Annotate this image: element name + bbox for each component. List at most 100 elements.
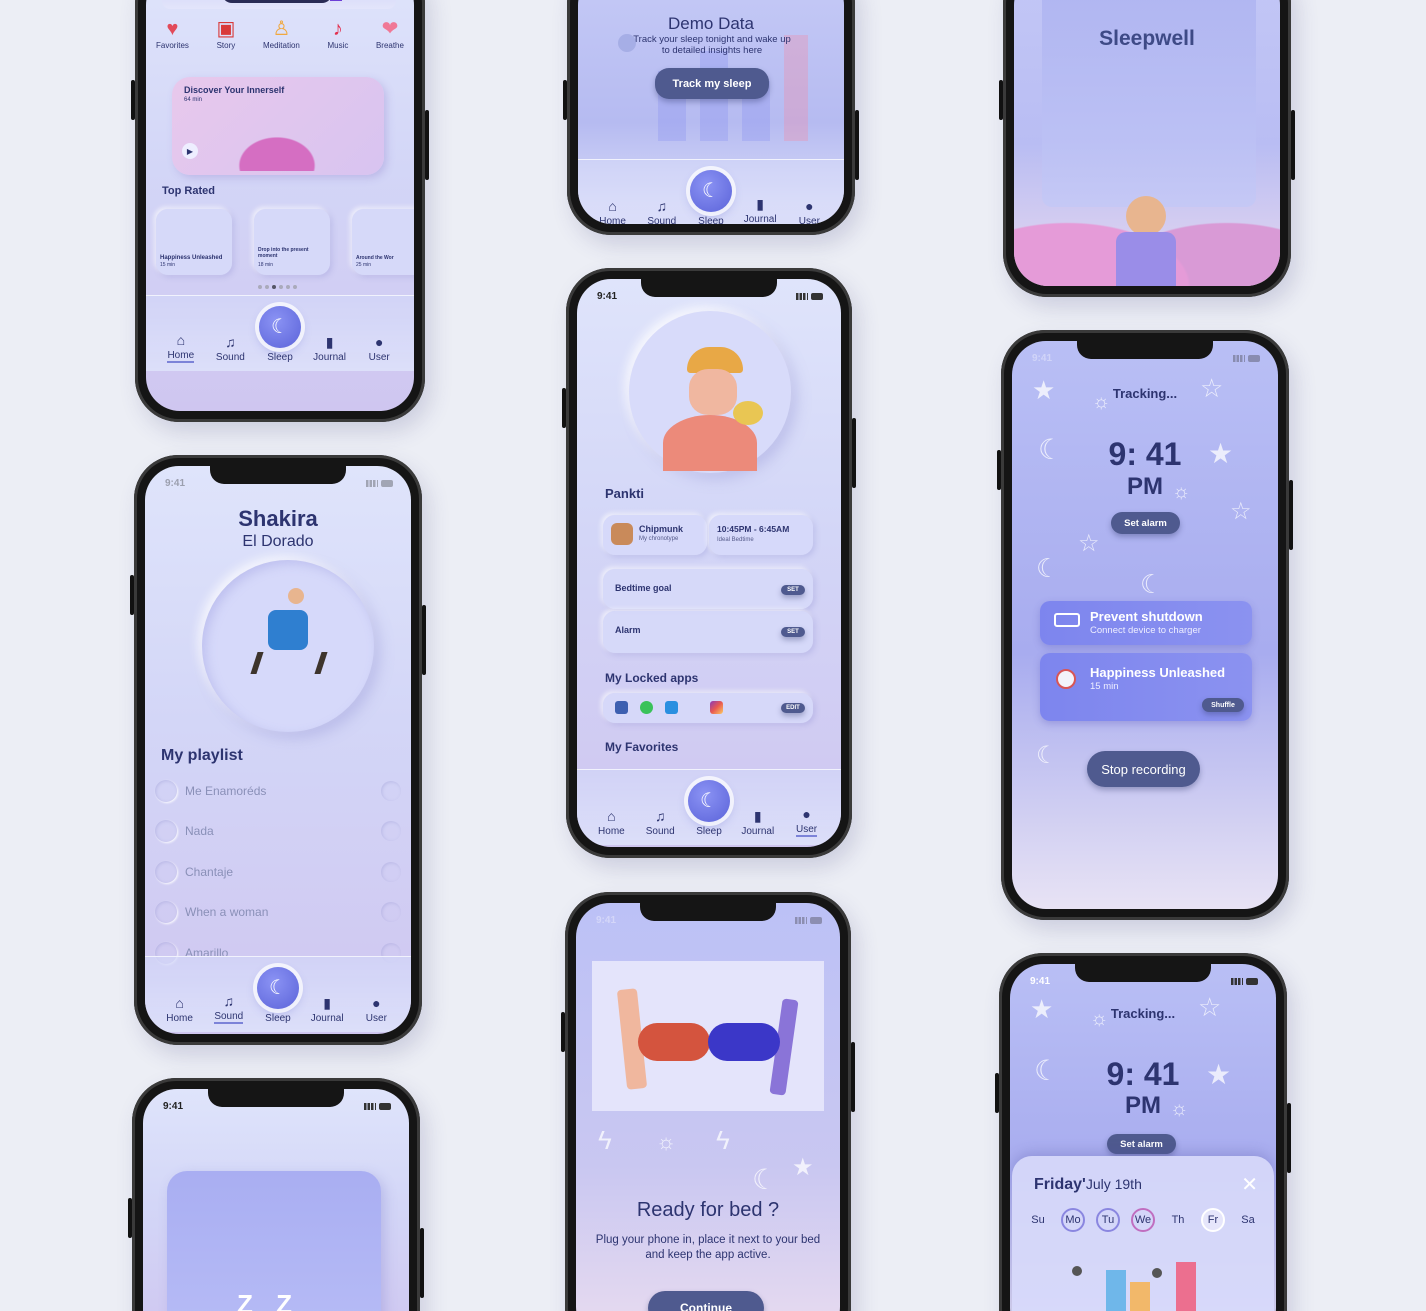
bottom-nav: ⌂ Home ♫ Sound ☾ Sleep ▮ Journal ● User	[146, 295, 414, 371]
nav-journal[interactable]: ▮ Journal	[735, 809, 781, 837]
nav-home[interactable]: ⌂ Home	[158, 333, 204, 363]
nav-sleep[interactable]: ☾ Sleep	[255, 967, 301, 1024]
nav-sound[interactable]: ♫ Sound	[639, 199, 685, 224]
bedtime-card[interactable]: 10:45PM - 6:45AM Ideal Bedtime	[709, 515, 813, 555]
facebook-icon[interactable]	[615, 701, 628, 714]
chronotype-card[interactable]: Chipmunk My chronotype	[603, 515, 707, 555]
demo-subtitle: Track your sleep tonight and wake up to …	[633, 34, 791, 56]
user-icon: ●	[372, 995, 381, 1011]
feature-duration: 64 min	[184, 97, 203, 103]
bar-chart-icon: ▮	[756, 196, 765, 212]
zz-text: Z Z	[237, 1289, 300, 1311]
sheet-date: Friday'July 19th	[1034, 1176, 1142, 1193]
top-rated-card[interactable]: Happiness Unleashed 15 min	[156, 209, 232, 275]
nav-home[interactable]: ⌂ Home	[590, 199, 636, 224]
moon-icon: ☾	[258, 306, 301, 348]
nav-sound[interactable]: ♫ Sound	[637, 809, 683, 837]
phone-demo-data: Demo Data Track your sleep tonight and w…	[563, 0, 859, 235]
track-sleep-button[interactable]: Track my sleep	[655, 68, 769, 99]
instagram-icon[interactable]	[710, 701, 723, 714]
nav-user[interactable]: ● User	[356, 335, 402, 363]
user-icon: ●	[374, 334, 384, 350]
continue-button[interactable]: Continue	[648, 1291, 764, 1311]
song-row[interactable]: Chantaje	[155, 853, 401, 891]
nav-sound[interactable]: ♫ Sound	[207, 335, 253, 363]
profile-avatar	[629, 311, 791, 473]
demo-dot	[618, 34, 636, 52]
nav-sleep[interactable]: ☾ Sleep	[688, 170, 734, 224]
song-row[interactable]: When a woman	[155, 893, 401, 931]
nav-sleep[interactable]: ☾ Sleep	[686, 780, 732, 837]
nav-journal[interactable]: ▮ Journal	[304, 996, 350, 1024]
nav-sleep[interactable]: ☾ Sleep	[257, 306, 303, 363]
clock-ampm: PM	[1127, 473, 1163, 500]
weekday-th[interactable]: Th	[1166, 1208, 1190, 1232]
song-row[interactable]: Me Enamoréds	[155, 772, 401, 810]
heart-icon: ♥	[166, 18, 179, 40]
prevent-shutdown-card[interactable]: Prevent shutdown Connect device to charg…	[1040, 601, 1252, 645]
nav-home[interactable]: ⌂ Home	[588, 809, 634, 837]
weekday-mo[interactable]: Mo	[1061, 1208, 1085, 1232]
set-button[interactable]: SET	[781, 627, 805, 637]
alarm-row[interactable]: Alarm SET	[603, 611, 813, 653]
category-meditation[interactable]: ♙ Meditation	[263, 19, 300, 50]
feature-card[interactable]: Discover Your Innerself 64 min ▶	[172, 77, 384, 175]
phone-calendar: 9:41 ★ ☆ ☼ ☾ ★ ☼ Tracking... 9: 41 PM Se…	[995, 953, 1291, 1311]
category-music[interactable]: ♪ Music	[327, 19, 348, 50]
star-icon: ☆	[1230, 498, 1252, 525]
nav-user[interactable]: ● User	[353, 996, 399, 1024]
set-alarm-button[interactable]: Set alarm	[1107, 1134, 1176, 1154]
twitter-icon[interactable]	[665, 701, 678, 714]
bedtime-goal-row[interactable]: Bedtime goal SET	[603, 569, 813, 609]
stop-recording-button[interactable]: Stop recording	[1087, 751, 1200, 787]
shuffle-button[interactable]: Shuffle	[1202, 698, 1244, 712]
bottom-nav: ⌂ Home ♫ Sound ☾ Sleep ▮ Journal ● User	[578, 159, 844, 224]
nav-journal[interactable]: ▮ Journal	[307, 335, 353, 363]
now-playing-card[interactable]: Happiness Unleashed 15 min Shuffle	[1040, 653, 1252, 721]
top-rated-carousel: Happiness Unleashed 15 min Drop into the…	[156, 209, 414, 279]
app-title: Sleepwell	[1099, 27, 1195, 50]
category-favorites[interactable]: ♥ Favorites	[156, 19, 189, 50]
feature-illustration	[212, 117, 342, 171]
category-breathe[interactable]: ❤ Breathe	[376, 19, 404, 50]
bar-chart-icon: ▮	[323, 995, 332, 1011]
music-note-icon: ♫	[225, 334, 236, 350]
nav-journal[interactable]: ▮ Journal	[737, 197, 783, 224]
phone-tracking: 9:41 ★ ☆ ☼ ☾ ★ ☆ ☆ ☾ ☾ ☼ ☾ Tracking... 9…	[997, 330, 1293, 920]
music-note-icon: ♫	[654, 808, 666, 824]
home-icon: ⌂	[175, 995, 184, 1011]
nav-user[interactable]: ● User	[784, 807, 830, 837]
close-icon[interactable]: ✕	[1241, 1172, 1258, 1197]
set-button[interactable]: SET	[781, 585, 805, 595]
phone-sleepwell: Sleepwell	[999, 0, 1295, 297]
ready-screen: 9:41 ϟ ☼ ϟ ☾ ★ Ready for bed ? Plug your…	[576, 903, 840, 1311]
weekday-fr[interactable]: Fr	[1201, 1208, 1225, 1232]
song-row[interactable]: Nada	[155, 812, 401, 850]
star-icon: ★	[792, 1154, 814, 1181]
category-story[interactable]: ▣ Story	[216, 19, 235, 50]
tracking-label: Tracking...	[1112, 386, 1178, 401]
weekday-tu[interactable]: Tu	[1096, 1208, 1120, 1232]
home-screen: ♥ Favorites ▣ Story ♙ Meditation ♪ Music ❤ Br…	[146, 0, 414, 411]
artist-name: Shakira	[238, 506, 318, 531]
feature-title: Discover Your Innerself	[184, 85, 285, 95]
top-rated-card[interactable]: Drop into the present moment 18 min	[254, 209, 330, 275]
set-alarm-button[interactable]: Set alarm	[1111, 512, 1180, 534]
weekday-sa[interactable]: Sa	[1236, 1208, 1260, 1232]
bar-chart-icon: ▮	[753, 808, 762, 824]
weekday-we[interactable]: We	[1131, 1208, 1155, 1232]
lightning-icon: ϟ	[716, 1125, 730, 1155]
sleep-card: Z Z	[167, 1171, 381, 1311]
top-rated-card[interactable]: Around the Wor 25 min	[352, 209, 414, 275]
moon-icon: ☾	[256, 967, 299, 1009]
weekday-su[interactable]: Su	[1026, 1208, 1050, 1232]
nav-sound[interactable]: ♫ Sound	[206, 994, 252, 1024]
nav-home[interactable]: ⌂ Home	[157, 996, 203, 1024]
nav-user[interactable]: ● User	[786, 199, 832, 224]
moon-icon: ☾	[687, 780, 730, 822]
locked-apps-row[interactable]: EDIT	[603, 693, 813, 723]
play-icon[interactable]: ▶	[182, 143, 198, 159]
edit-button[interactable]: EDIT	[781, 703, 805, 713]
profile-screen: 9:41 Pankti Chipmunk My chronotype 10:45…	[577, 279, 841, 847]
whatsapp-icon[interactable]	[640, 701, 653, 714]
